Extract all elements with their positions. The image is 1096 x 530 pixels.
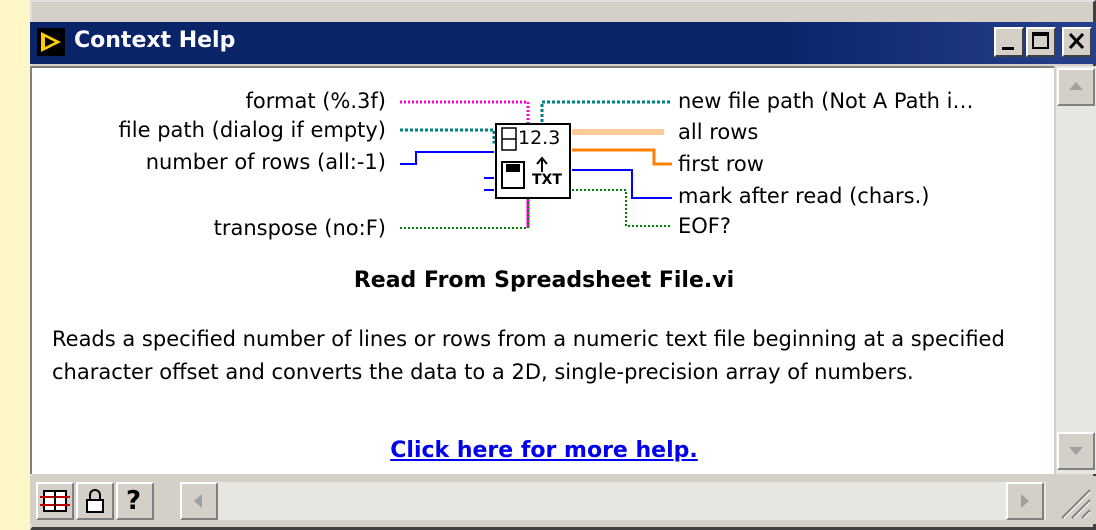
arrow-up-icon — [1069, 82, 1083, 90]
labview-app-icon — [37, 28, 65, 56]
close-icon — [1068, 32, 1085, 50]
icon-label-numeric: 12.3 — [518, 127, 561, 149]
horizontal-scrollbar[interactable] — [180, 482, 1046, 520]
arrow-left-icon — [194, 494, 202, 508]
arrow-right-icon — [1021, 494, 1029, 508]
output-eof: EOF? — [678, 214, 732, 238]
output-mark-after-read: mark after read (chars.) — [678, 184, 930, 208]
vertical-scrollbar[interactable] — [1056, 66, 1096, 474]
close-button[interactable] — [1062, 27, 1092, 57]
maximize-icon — [1032, 32, 1049, 49]
scroll-down-button[interactable] — [1057, 432, 1095, 470]
output-first-row: first row — [678, 152, 764, 176]
input-transpose: transpose (no:F) — [213, 216, 386, 240]
question-mark-icon: ? — [126, 486, 142, 516]
show-optional-terminals-button[interactable] — [36, 482, 74, 520]
input-number-of-rows: number of rows (all:-1) — [145, 150, 386, 174]
help-button[interactable]: ? — [116, 482, 154, 520]
minimize-button[interactable] — [994, 27, 1024, 57]
lock-button[interactable] — [76, 482, 114, 520]
window-title: Context Help — [74, 28, 236, 53]
vi-name-heading: Read From Spreadsheet File.vi — [353, 268, 735, 293]
maximize-button[interactable] — [1026, 27, 1056, 57]
connector-pane-icon — [40, 490, 70, 512]
vi-description: Reads a specified number of lines or row… — [52, 327, 1005, 384]
help-content-area: 12.3 TXT format (%.3f) file path (dialog… — [30, 66, 1054, 474]
scroll-right-button[interactable] — [1006, 482, 1044, 520]
input-file-path: file path (dialog if empty) — [118, 118, 386, 142]
resize-grip-icon[interactable] — [1052, 480, 1092, 520]
output-new-file-path: new file path (Not A Path i… — [678, 89, 974, 113]
icon-label-txt: TXT — [532, 172, 562, 188]
input-format: format (%.3f) — [245, 89, 386, 113]
scroll-up-button[interactable] — [1057, 68, 1095, 106]
background-strip — [0, 0, 30, 530]
arrow-down-icon — [1069, 447, 1083, 455]
title-bar[interactable]: Context Help — [30, 22, 1096, 64]
more-help-link[interactable]: Click here for more help. — [390, 438, 697, 463]
minimize-icon — [1002, 47, 1014, 50]
output-all-rows: all rows — [678, 120, 759, 144]
bottom-toolbar: ? — [30, 476, 1096, 524]
more-help-link-container: Click here for more help. — [32, 438, 1054, 463]
lock-icon — [86, 489, 104, 513]
scroll-left-button[interactable] — [180, 482, 218, 520]
